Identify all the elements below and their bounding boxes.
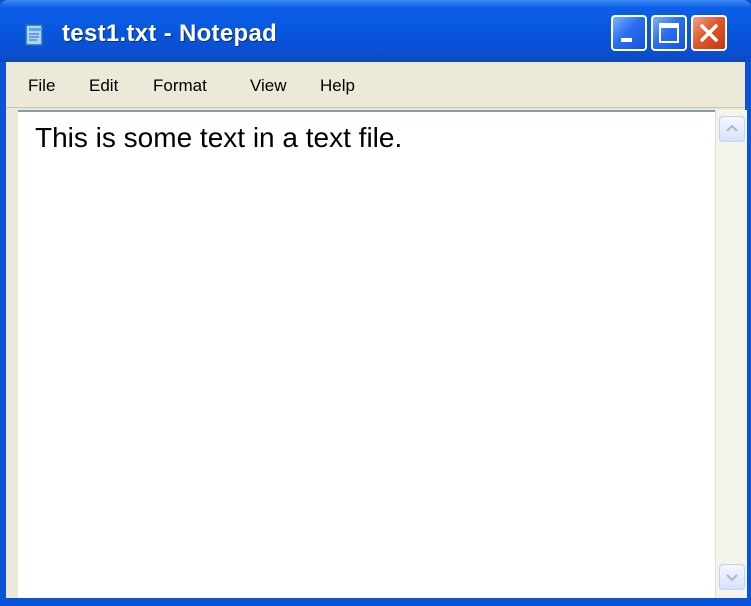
menu-bar: File Edit Format View Help (6, 62, 745, 108)
title-bar[interactable]: test1.txt - Notepad (0, 0, 751, 62)
menu-help[interactable]: Help (320, 76, 355, 96)
maximize-icon (659, 23, 679, 43)
notepad-icon (25, 24, 43, 46)
close-button[interactable] (691, 15, 727, 51)
editor-content[interactable]: This is some text in a text file. (35, 122, 402, 154)
scroll-up-button[interactable] (719, 116, 745, 142)
menu-file[interactable]: File (28, 76, 55, 96)
minimize-button[interactable] (611, 15, 647, 51)
scroll-down-button[interactable] (719, 564, 745, 590)
window-frame-bottom (0, 598, 751, 606)
close-icon (700, 24, 718, 42)
menu-view[interactable]: View (250, 76, 287, 96)
text-editor[interactable]: This is some text in a text file. (18, 110, 715, 598)
maximize-button[interactable] (651, 15, 687, 51)
window-title: test1.txt - Notepad (62, 20, 278, 47)
minimize-icon (621, 38, 632, 42)
arrow-up-icon (726, 124, 738, 132)
menu-format[interactable]: Format (153, 76, 207, 96)
vertical-scrollbar[interactable] (715, 110, 747, 598)
menu-edit[interactable]: Edit (89, 76, 118, 96)
notepad-window: test1.txt - Notepad File Edit Format Vie… (0, 0, 751, 606)
arrow-down-icon (726, 574, 738, 582)
